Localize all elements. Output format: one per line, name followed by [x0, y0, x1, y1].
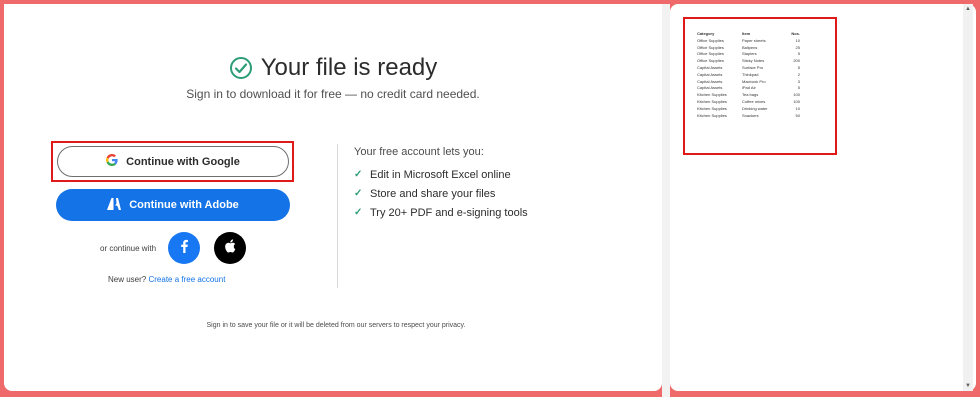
- preview-cell: Macbook Pro: [742, 78, 766, 84]
- preview-cell: Staplers: [742, 51, 757, 57]
- benefits-panel: Your free account lets you: ✓ Edit in Mi…: [354, 146, 528, 225]
- new-user-text: New user? Create a free account: [108, 275, 225, 284]
- preview-cell: Office Supplies: [697, 44, 724, 50]
- preview-row: Capital Assets iPad Air 5: [697, 85, 800, 92]
- checkmark-icon: ✓: [354, 207, 363, 218]
- preview-sheet: Category Item Nos. Office Supplies Paper …: [697, 31, 800, 119]
- facebook-icon: [179, 239, 189, 258]
- preview-cell: Surface Pro: [742, 64, 764, 70]
- benefit-label: Try 20+ PDF and e-signing tools: [370, 206, 528, 219]
- preview-cell: Kitchen Supplies: [697, 92, 727, 98]
- vertical-divider: [337, 144, 338, 288]
- preview-cell: 50: [795, 112, 800, 118]
- preview-row: Capital Assets Macbook Pro 3: [697, 79, 800, 86]
- social-login-row: or continue with: [100, 232, 247, 264]
- preview-cell: Kitchen Supplies: [697, 98, 727, 104]
- preview-row: Office Supplies Paper sheets 10: [697, 38, 800, 45]
- checkmark-icon: ✓: [354, 169, 363, 180]
- benefits-title: Your free account lets you:: [354, 146, 484, 158]
- preview-cell: 2: [797, 71, 800, 77]
- continue-with-google-button[interactable]: Continue with Google: [57, 146, 289, 177]
- preview-cell: Kitchen Supplies: [697, 105, 727, 111]
- preview-cell: 100: [793, 92, 800, 98]
- preview-row: Kitchen Supplies Drinking water 10: [697, 106, 800, 113]
- privacy-notice: Sign in to save your file or it will be …: [206, 322, 466, 329]
- preview-cell: Capital Assets: [697, 64, 723, 70]
- title-row: Your file is ready: [4, 54, 662, 82]
- or-continue-label: or continue with: [100, 243, 157, 253]
- checkmark-icon: ✓: [354, 188, 363, 199]
- preview-row: Kitchen Supplies Tea bags 100: [697, 92, 800, 99]
- preview-cell: Office Supplies: [697, 37, 724, 43]
- preview-cell: Ballpens: [742, 44, 758, 50]
- google-button-highlight: Continue with Google: [51, 141, 294, 182]
- preview-cell: Drinking water: [742, 105, 768, 111]
- benefit-item: ✓ Store and share your files: [354, 187, 528, 200]
- preview-cell: Office Supplies: [697, 58, 724, 64]
- preview-row: Office Supplies Staplers 5: [697, 51, 800, 58]
- preview-col-header: Item: [742, 31, 751, 36]
- preview-cell: 5: [797, 64, 800, 70]
- preview-row: Kitchen Supplies Snackers 50: [697, 113, 800, 120]
- preview-cell: Coffee mixes: [742, 98, 766, 104]
- new-user-label: New user?: [108, 275, 147, 284]
- adobe-icon: [107, 197, 122, 213]
- pane-gap: [662, 4, 670, 397]
- preview-cell: Tea bags: [742, 92, 759, 98]
- benefit-label: Store and share your files: [370, 187, 496, 200]
- benefit-label: Edit in Microsoft Excel online: [370, 168, 511, 181]
- adobe-button-label: Continue with Adobe: [129, 199, 239, 211]
- spreadsheet-preview: Category Item Nos. Office Supplies Paper …: [683, 17, 837, 155]
- preview-row: Office Supplies Ballpens 25: [697, 45, 800, 52]
- preview-cell: Kitchen Supplies: [697, 112, 727, 118]
- scroll-up-arrow-icon[interactable]: ▲: [963, 4, 973, 14]
- preview-cell: 10: [795, 105, 800, 111]
- google-icon: [106, 154, 118, 169]
- preview-cell: 25: [795, 44, 800, 50]
- preview-cell: 10: [795, 37, 800, 43]
- page-subtitle: Sign in to download it for free — no cre…: [186, 87, 480, 101]
- preview-cell: Office Supplies: [697, 51, 724, 57]
- preview-row: Kitchen Supplies Coffee mixes 100: [697, 99, 800, 106]
- signin-card: Your file is ready Sign in to download i…: [4, 4, 662, 391]
- preview-col-header: Category: [697, 31, 715, 36]
- preview-cell: Capital Assets: [697, 78, 723, 84]
- create-account-link[interactable]: Create a free account: [148, 275, 225, 284]
- preview-cell: 200: [793, 58, 800, 64]
- preview-cell: Paper sheets: [742, 37, 766, 43]
- preview-cell: 3: [797, 78, 800, 84]
- preview-cell: Capital Assets: [697, 71, 723, 77]
- benefit-item: ✓ Edit in Microsoft Excel online: [354, 168, 528, 181]
- page-title: Your file is ready: [260, 54, 438, 81]
- preview-cell: Snackers: [742, 112, 759, 118]
- apple-login-button[interactable]: [214, 232, 247, 264]
- google-button-label: Continue with Google: [126, 155, 240, 168]
- preview-cell: Thinkpad: [742, 71, 759, 77]
- preview-scrollbar[interactable]: ▲ ▼: [963, 4, 973, 391]
- preview-cell: 5: [797, 85, 800, 91]
- preview-row: Capital Assets Surface Pro 5: [697, 65, 800, 72]
- preview-row: Office Supplies Sticky Notes 200: [697, 58, 800, 65]
- preview-cell: 100: [793, 98, 800, 104]
- preview-cell: Sticky Notes: [742, 58, 765, 64]
- preview-cell: iPad Air: [742, 85, 756, 91]
- apple-icon: [224, 238, 236, 258]
- facebook-login-button[interactable]: [168, 232, 201, 264]
- benefit-item: ✓ Try 20+ PDF and e-signing tools: [354, 206, 528, 219]
- preview-cell: 5: [797, 51, 800, 57]
- preview-cell: Capital Assets: [697, 85, 723, 91]
- preview-col-header: Nos.: [791, 31, 800, 36]
- check-circle-icon: [229, 56, 253, 80]
- preview-header-row: Category Item Nos.: [697, 31, 800, 38]
- scroll-down-arrow-icon[interactable]: ▼: [963, 381, 973, 391]
- preview-row: Capital Assets Thinkpad 2: [697, 72, 800, 79]
- continue-with-adobe-button[interactable]: Continue with Adobe: [56, 189, 290, 221]
